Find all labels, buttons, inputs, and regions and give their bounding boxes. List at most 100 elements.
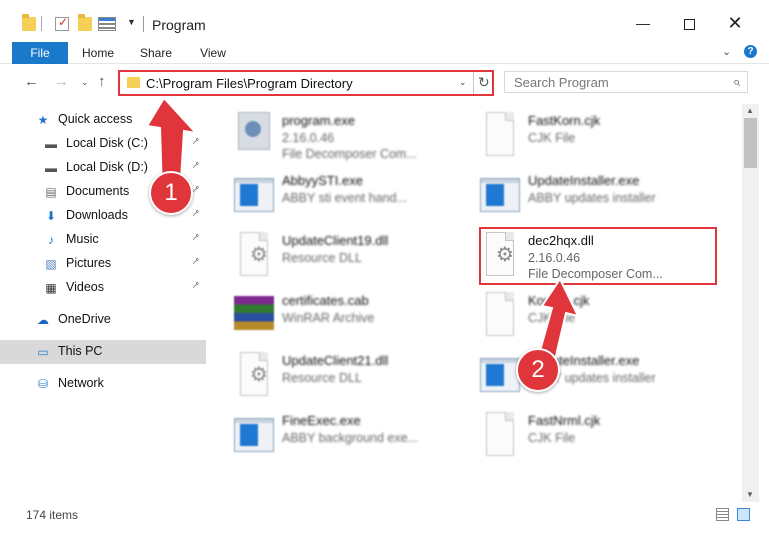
- setup-exe-icon: [238, 112, 270, 150]
- maximize-button[interactable]: [666, 8, 712, 38]
- document-icon: [486, 292, 514, 336]
- sidebar-item-label: Videos: [66, 280, 104, 294]
- file-name: UpdateClient21.dll: [282, 353, 389, 368]
- sidebar-item[interactable]: ☁ OneDrive: [0, 308, 206, 332]
- file-detail: Resource DLL: [282, 371, 362, 385]
- sidebar-item-label: Local Disk (D:): [66, 160, 148, 174]
- file-name: dec2hqx.dll: [528, 233, 594, 248]
- scroll-thumb[interactable]: [744, 118, 757, 168]
- file-name: program.exe: [282, 113, 355, 128]
- downloads-icon: ⬇: [45, 209, 57, 223]
- pin-icon[interactable]: ⊸: [189, 279, 203, 293]
- dll-gear-icon: ⚙: [486, 232, 514, 276]
- gear-icon: ⚙: [250, 244, 268, 266]
- title-separator: [143, 16, 144, 32]
- file-detail: CJK File: [528, 131, 576, 145]
- file-detail: Resource DLL: [282, 251, 362, 265]
- archive-icon: [234, 296, 274, 330]
- sidebar-item[interactable]: ⛁ Network: [0, 372, 206, 396]
- pin-icon[interactable]: ⊸: [189, 231, 203, 245]
- dll-icon: ⚙: [240, 352, 268, 396]
- help-icon[interactable]: ?: [744, 45, 757, 58]
- new-folder-icon[interactable]: [78, 14, 92, 31]
- sidebar-item[interactable]: ▧ Pictures ⊸: [0, 252, 206, 276]
- search-placeholder: Search Program: [514, 75, 609, 90]
- sidebar-item-label: OneDrive: [58, 312, 111, 326]
- file-tile[interactable]: UpdateInstaller.exe ABBY updates installe…: [480, 168, 710, 224]
- file-tile[interactable]: program.exe 2.16.0.46 File Decomposer Com.…: [234, 108, 464, 164]
- file-tile[interactable]: FastKorn.cjk CJK File: [480, 108, 710, 164]
- toolbar-divider: [41, 16, 42, 31]
- search-input[interactable]: Search Program ⌕: [504, 71, 748, 93]
- file-tile[interactable]: ⚙ UpdateClient19.dll Resource DLL: [234, 228, 464, 284]
- customize-toolbar-caret-icon[interactable]: ▼: [127, 17, 136, 27]
- scroll-down-icon[interactable]: ▼: [746, 490, 754, 499]
- sidebar-item-label: Music: [66, 232, 99, 246]
- forward-button[interactable]: →: [54, 73, 69, 90]
- expand-ribbon-icon[interactable]: ⌄: [722, 45, 731, 58]
- vertical-scrollbar[interactable]: ▲ ▼: [742, 104, 759, 502]
- gear-icon: ⚙: [250, 364, 268, 386]
- file-tile[interactable]: FastNrml.cjk CJK File: [480, 408, 710, 464]
- refresh-button[interactable]: ↻: [478, 74, 490, 91]
- file-list: program.exe 2.16.0.46 File Decomposer Com.…: [208, 104, 742, 502]
- sidebar-item[interactable]: ▬ Local Disk (C:) ⊸: [0, 132, 206, 156]
- tab-share[interactable]: Share: [136, 42, 176, 64]
- file-tile[interactable]: UpdateInstaller.exe ABBY updates installe…: [480, 348, 710, 404]
- sidebar-item[interactable]: ▦ Videos ⊸: [0, 276, 206, 300]
- file-name: FastKorn.cjk: [528, 113, 601, 128]
- quick-access-properties-icon[interactable]: [98, 17, 116, 31]
- file-tile[interactable]: certificates.cab WinRAR Archive: [234, 288, 464, 344]
- address-history-caret-icon[interactable]: ⌄: [459, 77, 467, 88]
- file-tile[interactable]: AbbyySTI.exe ABBY sti event hand...: [234, 168, 464, 224]
- sidebar-item[interactable]: ♪ Music ⊸: [0, 228, 206, 252]
- file-detail: ABBY background exe...: [282, 431, 418, 445]
- file-detail: 2.16.0.46: [282, 131, 335, 145]
- file-tile[interactable]: ⚙ dec2hqx.dll 2.16.0.46 File Decomposer Com…: [480, 228, 710, 284]
- file-detail: WinRAR Archive: [282, 311, 375, 325]
- file-description: File Decomposer Com...: [528, 267, 663, 281]
- large-icons-view-icon[interactable]: [737, 508, 750, 521]
- file-detail: CJK File: [528, 311, 576, 325]
- back-button[interactable]: ←: [24, 73, 39, 90]
- file-detail: ABBY sti event hand...: [282, 191, 407, 205]
- sidebar-item-label: Documents: [66, 184, 130, 198]
- close-button[interactable]: ✕: [712, 8, 758, 38]
- videos-icon: ▦: [45, 281, 57, 295]
- address-bar[interactable]: C:\Program Files\Program Directory ⌄ ↻: [118, 70, 494, 96]
- minimize-button[interactable]: —: [620, 8, 666, 38]
- file-name: certificates.cab: [282, 293, 369, 308]
- dll-icon: ⚙: [240, 232, 268, 276]
- tab-file[interactable]: File: [12, 42, 68, 64]
- folder-icon[interactable]: [22, 14, 36, 31]
- this-pc-icon: ▭: [37, 345, 49, 359]
- pin-icon[interactable]: ⊸: [189, 207, 203, 221]
- file-tile[interactable]: Korean.cjk CJK File: [480, 288, 710, 344]
- sidebar-item[interactable]: ★ Quick access: [0, 108, 206, 132]
- details-view-icon[interactable]: [716, 508, 729, 521]
- pin-icon[interactable]: ⊸: [189, 159, 203, 173]
- file-name: FineExec.exe: [282, 413, 361, 428]
- up-button[interactable]: ↑: [98, 73, 106, 90]
- sidebar-item-label: Downloads: [66, 208, 128, 222]
- network-icon: ⛁: [37, 377, 49, 391]
- pin-icon[interactable]: ⊸: [189, 255, 203, 269]
- folder-icon: [127, 77, 140, 88]
- onedrive-icon: ☁: [37, 313, 49, 327]
- step-2-badge: 2: [516, 348, 560, 392]
- tab-home[interactable]: Home: [78, 42, 118, 64]
- recent-locations-button[interactable]: ⌄: [81, 77, 89, 88]
- scroll-up-icon[interactable]: ▲: [746, 106, 754, 115]
- tab-view[interactable]: View: [193, 42, 233, 64]
- file-name: Korean.cjk: [528, 293, 590, 308]
- file-tile[interactable]: ⚙ UpdateClient21.dll Resource DLL: [234, 348, 464, 404]
- sidebar-item[interactable]: ▭ This PC: [0, 340, 206, 364]
- file-tile[interactable]: FineExec.exe ABBY background exe...: [234, 408, 464, 464]
- window-title: Program: [152, 17, 206, 33]
- address-path[interactable]: C:\Program Files\Program Directory: [146, 76, 353, 91]
- exe-icon: [234, 418, 274, 452]
- pin-icon[interactable]: ⊸: [189, 135, 203, 149]
- ribbon-tabs: File Home Share View ⌄ ?: [0, 42, 769, 64]
- file-name: AbbyySTI.exe: [282, 173, 363, 188]
- properties-check-icon[interactable]: [55, 15, 69, 31]
